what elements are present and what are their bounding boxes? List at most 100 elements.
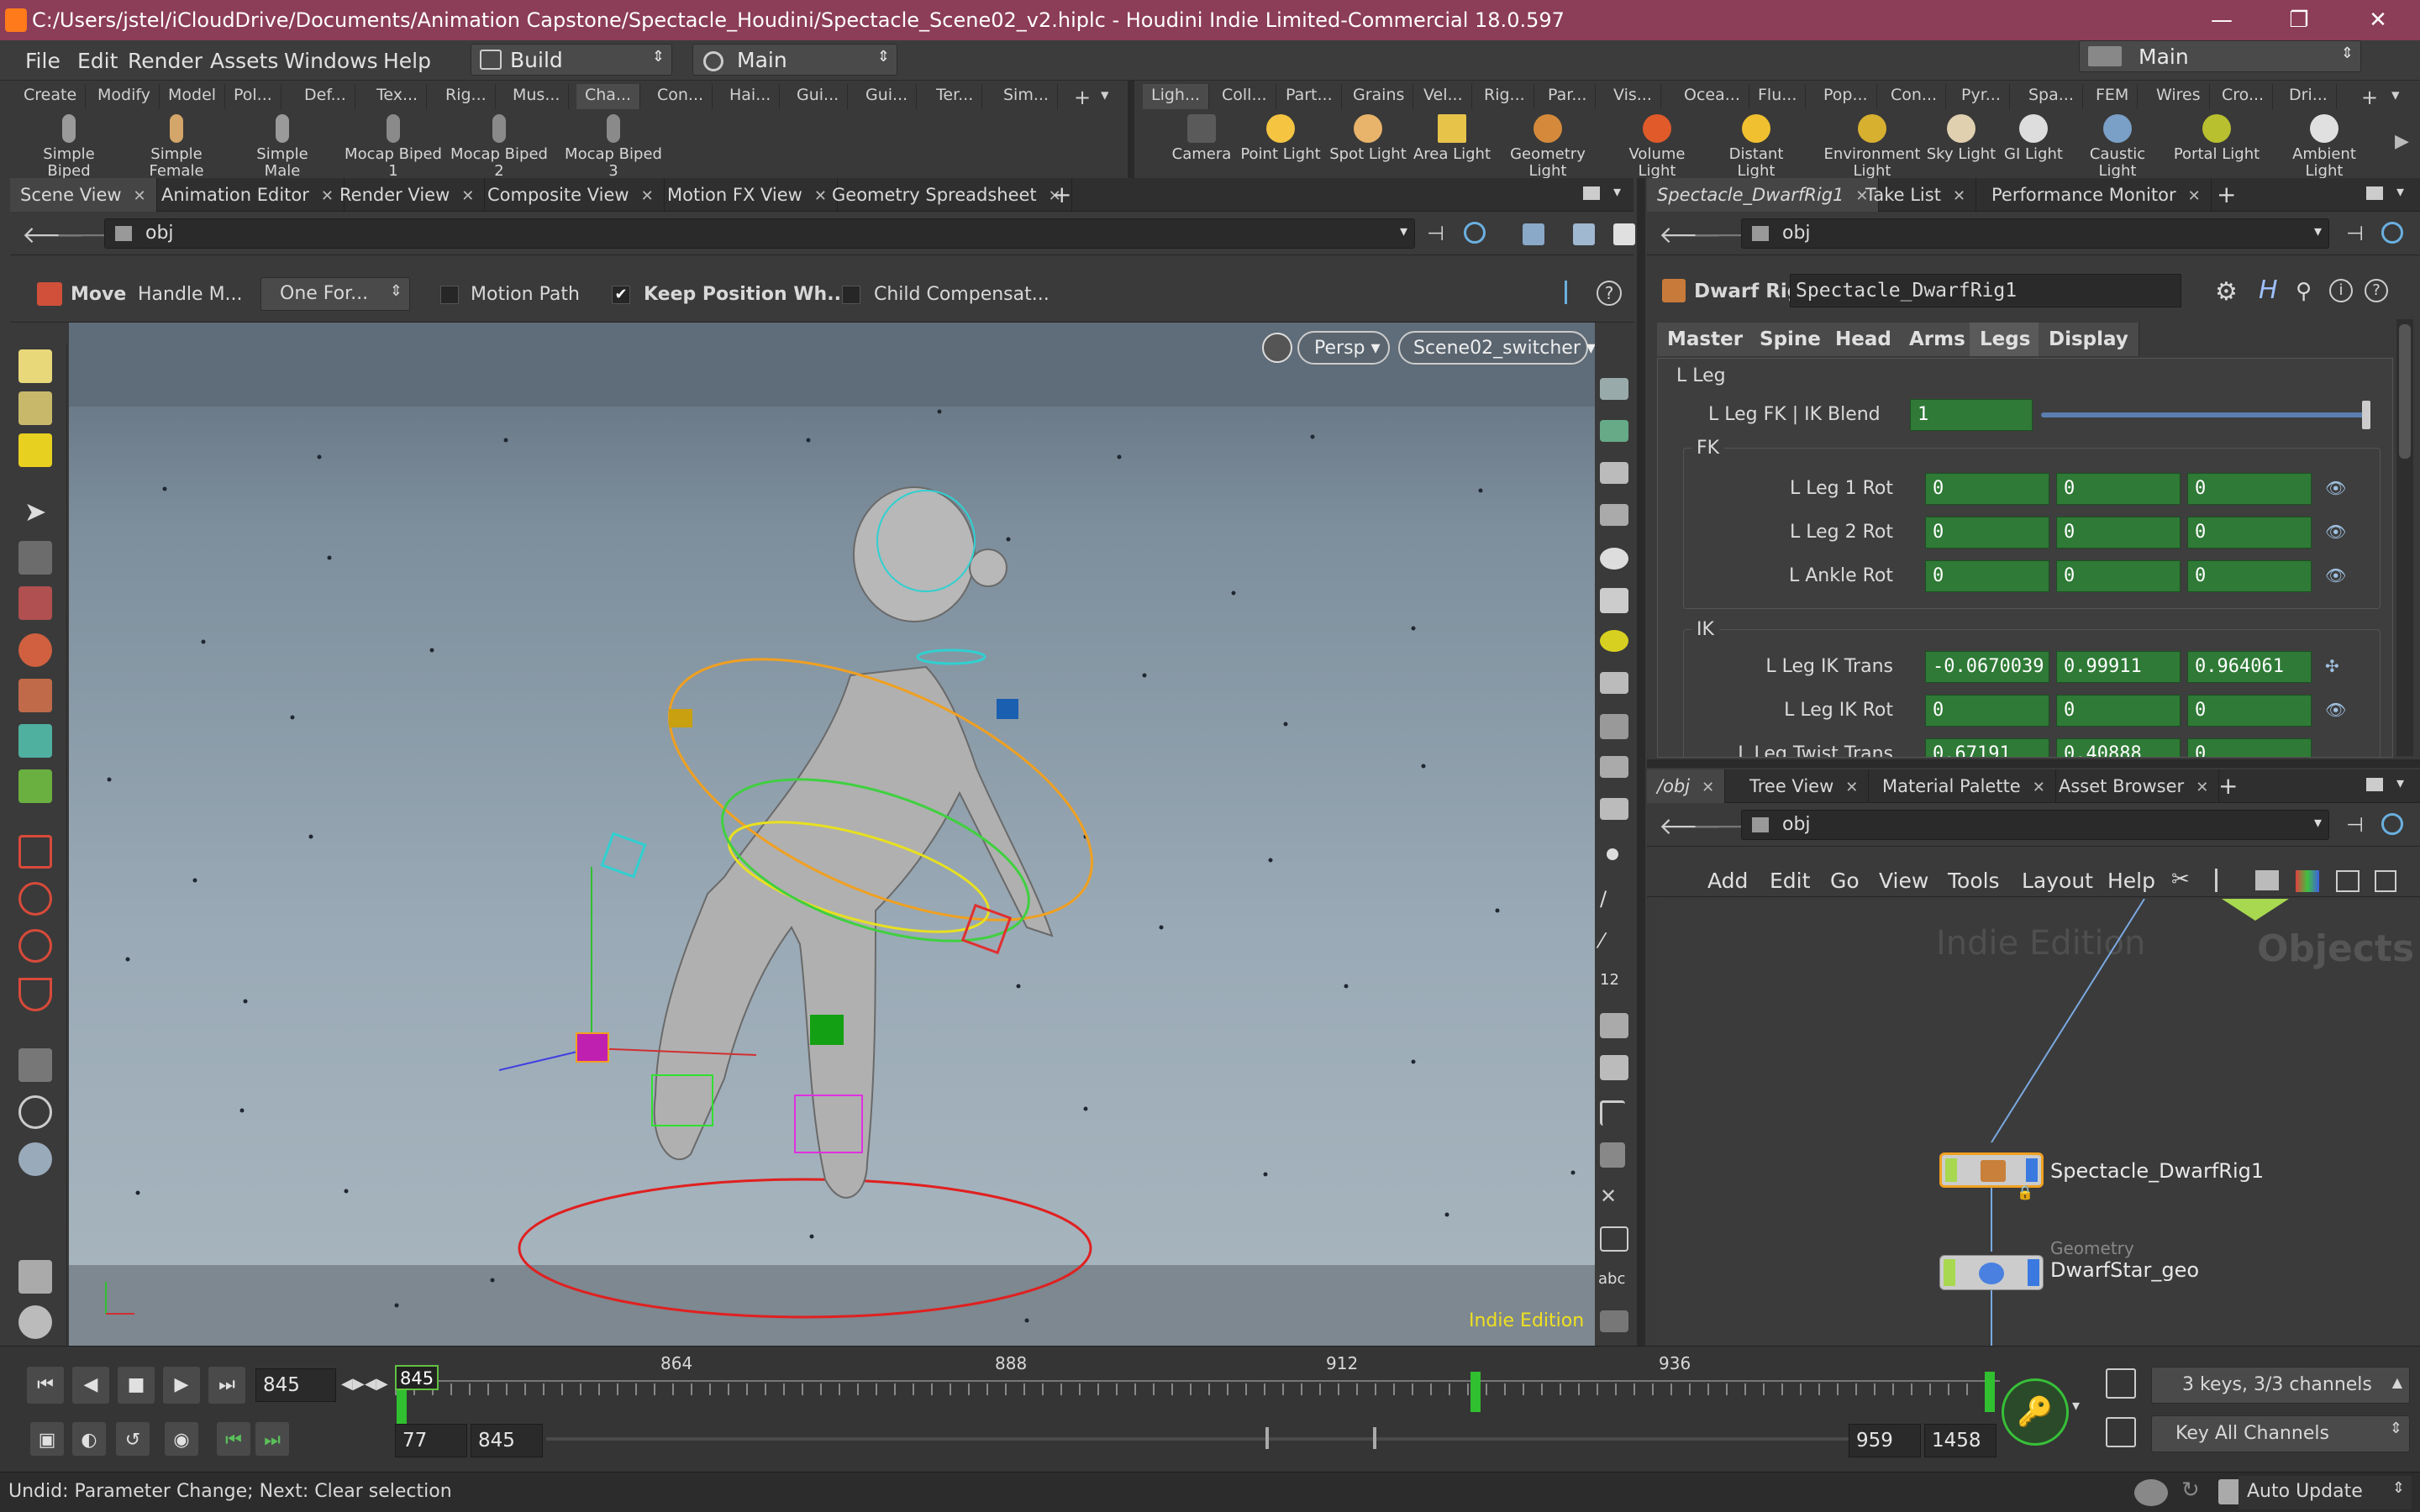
close-button[interactable]: ✕ <box>2353 3 2403 37</box>
shelf-tab[interactable]: Model <box>160 84 226 109</box>
add-tab-icon[interactable]: + <box>1042 178 1081 212</box>
tool-simple-female[interactable]: Simple Female <box>133 114 220 180</box>
menu-assets[interactable]: Assets <box>210 49 278 73</box>
close-tab-icon[interactable]: ✕ <box>2196 779 2208 796</box>
info-icon[interactable]: i <box>2329 279 2353 302</box>
shelf-tab[interactable]: Gui... <box>857 84 918 109</box>
lighting-icon[interactable] <box>1600 588 1628 613</box>
tab-render-view[interactable]: Render View ✕ <box>329 178 486 212</box>
rig-handle-green[interactable] <box>810 1015 844 1045</box>
view-tool-icon[interactable] <box>18 1048 52 1082</box>
bone-icon[interactable] <box>18 724 52 758</box>
channel-icon[interactable]: ✣ <box>2325 656 2339 676</box>
display-scroll-icon[interactable] <box>1600 1310 1628 1332</box>
global-animation-icon[interactable]: ◉ <box>165 1422 198 1456</box>
maximize-pane-icon[interactable] <box>1583 186 1600 200</box>
tool-gi-light[interactable]: GI Light <box>1990 114 2077 163</box>
close-tab-icon[interactable]: ✕ <box>1953 187 1965 205</box>
number-display-icon[interactable]: 12 <box>1600 971 1628 993</box>
shelf-tab[interactable]: Cro... <box>2213 84 2274 109</box>
rig-handle-yellow[interactable] <box>669 709 692 727</box>
pane-menu-icon[interactable]: ▾ <box>2396 183 2404 201</box>
close-tab-icon[interactable]: ✕ <box>1845 779 1858 796</box>
list-icon[interactable] <box>2255 870 2279 890</box>
ik-value-field[interactable]: -0.0670039 <box>1925 651 2049 683</box>
folder-tab-master[interactable]: Master <box>1657 323 1754 356</box>
shelf-tab[interactable]: Pol... <box>225 84 281 109</box>
channel-icon[interactable]: 👁 <box>2325 522 2346 542</box>
tool-camera[interactable]: Camera <box>1158 114 1245 163</box>
link-icon[interactable] <box>2381 813 2403 835</box>
key-icon[interactable]: 🔑 <box>2002 1378 2069 1446</box>
shelf-tab[interactable]: Part... <box>1277 84 1342 109</box>
snapping-icon[interactable]: ✕ <box>1600 1184 1625 1210</box>
shelf-tab[interactable]: Spa... <box>2020 84 2083 109</box>
minimize-button[interactable]: — <box>2196 3 2247 37</box>
step-back-icon[interactable]: ◀ <box>72 1367 109 1404</box>
tab-composite-view[interactable]: Composite View ✕ <box>477 178 665 212</box>
camera-menu[interactable]: Persp ▾ <box>1297 331 1390 365</box>
tool-mocap-biped-1[interactable]: Mocap Biped 1 <box>345 114 442 180</box>
shelf-tab[interactable]: Vel... <box>1415 84 1472 109</box>
folder-tab-head[interactable]: Head <box>1825 323 1902 356</box>
normals-icon[interactable]: / <box>1600 887 1625 912</box>
rotate-icon[interactable] <box>18 633 52 667</box>
ik-value-field[interactable]: 0.964061 <box>2187 651 2312 683</box>
fk-value-field[interactable]: 0 <box>2187 517 2312 549</box>
vector-icon[interactable]: ⁄ <box>1600 929 1625 954</box>
menu-render[interactable]: Render <box>128 49 203 73</box>
pane-menu-icon[interactable]: ▾ <box>1613 183 1621 201</box>
shelf-tab[interactable]: FEM <box>2087 84 2139 109</box>
maximize-pane-icon[interactable] <box>2366 186 2383 200</box>
right-desktop-dropdown[interactable]: Main ⇕ <box>2079 40 2361 72</box>
keyframe-marker[interactable] <box>1470 1372 1481 1412</box>
maximize-pane-icon[interactable] <box>2366 778 2383 791</box>
shelf-tab[interactable]: Def... <box>296 84 355 109</box>
tool-area-light[interactable]: Area Light <box>1408 114 1496 163</box>
tab-tree-view[interactable]: Tree View ✕ <box>1739 769 1870 803</box>
menu-help[interactable]: Help <box>383 49 431 73</box>
graph-editor-icon[interactable] <box>2106 1417 2136 1447</box>
shelf-tab[interactable]: Con... <box>649 84 713 109</box>
network-menu-go[interactable]: Go <box>1830 869 1860 893</box>
grid-icon[interactable] <box>1600 1142 1625 1168</box>
orbit-icon[interactable] <box>18 1095 52 1129</box>
shelf-tab[interactable]: Grains <box>1344 84 1414 109</box>
keys-info-dropdown[interactable]: 3 keys, 3/3 channels ▲ <box>2151 1367 2410 1404</box>
display-options-icon[interactable] <box>1523 223 1544 245</box>
scene-viewport[interactable]: Persp ▾ Scene02_switcher ▾ Indie Edition <box>69 323 1595 1346</box>
close-tab-icon[interactable]: ✕ <box>134 187 146 205</box>
ik-value-field[interactable]: 0.40888 <box>2056 738 2181 757</box>
shelf-tab[interactable]: Modify <box>89 84 160 109</box>
fk-value-field[interactable]: 0 <box>2187 473 2312 505</box>
param-path-field[interactable]: obj ▾ <box>1741 218 2329 249</box>
fk-value-field[interactable]: 0 <box>2056 517 2181 549</box>
shelf-tab[interactable]: Gui... <box>788 84 849 109</box>
tool-point-light[interactable]: Point Light <box>1237 114 1324 163</box>
range-end-left-field[interactable]: 959 <box>1849 1424 1921 1457</box>
fk-value-field[interactable]: 0 <box>2056 473 2181 505</box>
background-icon[interactable] <box>1613 223 1635 245</box>
tool-simple-male[interactable]: Simple Male <box>239 114 326 180</box>
close-tab-icon[interactable]: ✕ <box>461 187 474 205</box>
shelf-tab[interactable]: Con... <box>1882 84 1947 109</box>
help-icon[interactable]: ? <box>1597 281 1622 306</box>
refresh-icon[interactable]: ↻ <box>2181 1478 2200 1503</box>
folder-tab-arms[interactable]: Arms <box>1899 323 1976 356</box>
folder-tab-display[interactable]: Display <box>2039 323 2139 356</box>
blend-slider-handle[interactable] <box>2362 401 2370 429</box>
keyframe-marker[interactable] <box>1985 1372 1995 1412</box>
child-comp-checkbox[interactable] <box>842 286 860 304</box>
shelf-tab[interactable]: Pyr... <box>1953 84 2010 109</box>
add-tab-icon[interactable]: + <box>2207 178 2246 212</box>
frame-step-icon[interactable]: ◀▶ <box>341 1375 365 1393</box>
blend-slider-track[interactable] <box>2041 412 2370 417</box>
frame-step-icon[interactable]: ◀▶ <box>365 1375 388 1393</box>
shelf-tab-active[interactable]: Cha... <box>576 84 641 109</box>
wrench-icon[interactable]: ✂ <box>2171 867 2190 892</box>
pane-menu-icon[interactable]: ▾ <box>2396 774 2404 792</box>
network-menu-layout[interactable]: Layout <box>2022 869 2093 893</box>
pin-icon[interactable]: ⊣ <box>2346 813 2364 837</box>
tab-scene-view[interactable]: Scene View ✕ <box>10 178 157 212</box>
play-icon[interactable]: ▶ <box>163 1367 200 1404</box>
